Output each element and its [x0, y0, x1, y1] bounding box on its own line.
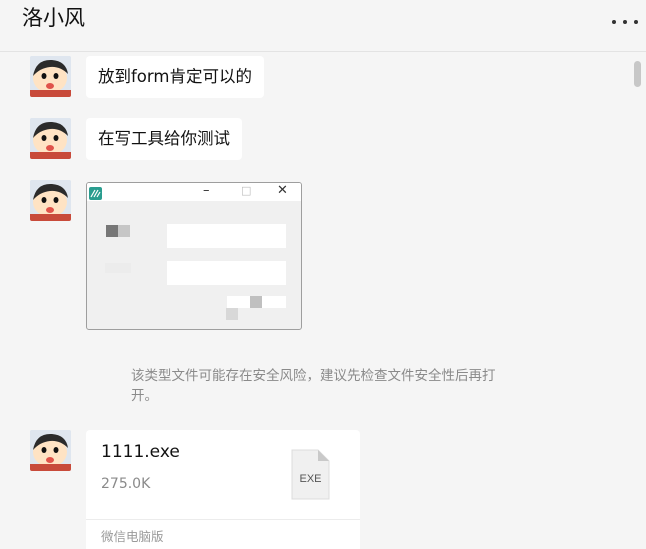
- window-titlebar: – □ ✕: [87, 183, 301, 201]
- close-icon: ✕: [277, 183, 288, 198]
- security-warning: 该类型文件可能存在安全风险，建议先检查文件安全性后再打开。: [131, 368, 496, 404]
- message-list[interactable]: 放到form肯定可以的 在写工具给你测试 – □ ✕ 该类型文件可能存在安全风险…: [0, 53, 646, 549]
- message-bubble[interactable]: 在写工具给你测试: [86, 118, 242, 160]
- input-field: [167, 224, 286, 248]
- file-source: 微信电脑版: [101, 529, 164, 544]
- file-message[interactable]: 1111.exe 275.0K EXE 微信电脑版: [86, 430, 360, 549]
- exe-file-icon: EXE: [291, 449, 330, 500]
- more-icon[interactable]: [612, 14, 638, 30]
- file-name: 1111.exe: [101, 442, 180, 462]
- avatar[interactable]: [30, 118, 71, 159]
- message-bubble[interactable]: 放到form肯定可以的: [86, 56, 264, 98]
- file-size: 275.0K: [101, 476, 151, 492]
- file-type-label: EXE: [299, 473, 321, 485]
- avatar[interactable]: [30, 430, 71, 471]
- maximize-icon: □: [241, 184, 252, 197]
- scrollbar[interactable]: [634, 61, 641, 87]
- minimize-icon: –: [203, 183, 210, 198]
- image-message[interactable]: – □ ✕: [86, 182, 302, 330]
- divider: [86, 519, 360, 520]
- input-field: [167, 261, 286, 285]
- label-placeholder: [118, 225, 130, 237]
- avatar[interactable]: [30, 56, 71, 97]
- avatar[interactable]: [30, 180, 71, 221]
- label-placeholder: [105, 263, 131, 273]
- button-placeholder: [250, 296, 262, 308]
- button-placeholder: [226, 308, 238, 320]
- app-icon: [89, 185, 102, 200]
- contact-name[interactable]: 洛小风: [22, 2, 85, 32]
- label-placeholder: [106, 225, 118, 237]
- chat-header: 洛小风: [0, 0, 646, 52]
